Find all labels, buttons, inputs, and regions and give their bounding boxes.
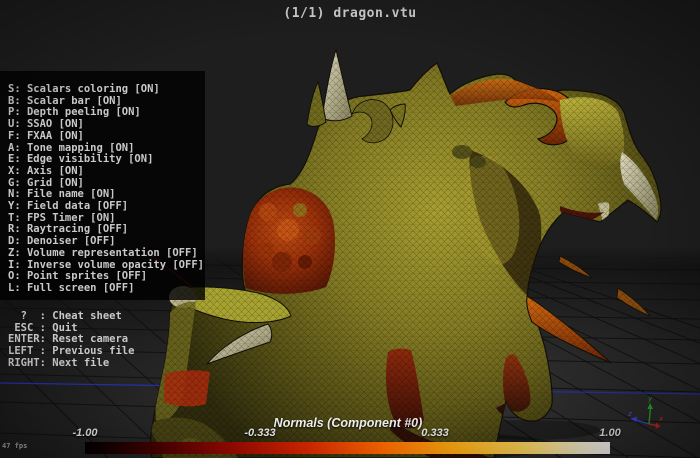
cheatsheet-line: S: Scalars coloring [ON] [8,83,160,95]
scalar-bar-tick: -1.00 [72,427,98,439]
cheatsheet-help-line: RIGHT: Next file [8,356,110,369]
cheatsheet-line: Y: Field data [OFF] [8,200,129,213]
viewport-3d[interactable]: y z x S: Scalars coloring [ON] B: Scalar… [0,0,700,458]
cheatsheet-line: Z: Volume representation [OFF] [8,246,198,259]
cheatsheet-line: L: Full screen [OFF] [8,281,135,294]
cheatsheet-toggle-list: S: Scalars coloring [ON] B: Scalar bar [… [8,83,204,295]
axes-x-label: x [658,415,664,423]
cheatsheet-line: X: Axis [ON] [8,164,84,177]
axes-z-label: z [628,410,632,418]
scalar-bar-tick: 0.333 [421,427,449,439]
scalar-bar-tick: 1.00 [599,427,621,439]
fps-counter: 47 fps [2,442,28,450]
cheatsheet-line: F: FXAA [ON] [8,129,84,142]
file-name-title: (1/1) dragon.vtu [283,6,417,21]
cheatsheet-help-list: ? : Cheat sheet ESC : Quit ENTER: Reset … [8,310,134,370]
cheatsheet-help-line: ? : Cheat sheet [8,310,122,322]
scalar-bar-tick: -0.333 [244,427,276,439]
axes-y-label: y [647,395,653,403]
scalar-bar-gradient [85,442,610,454]
